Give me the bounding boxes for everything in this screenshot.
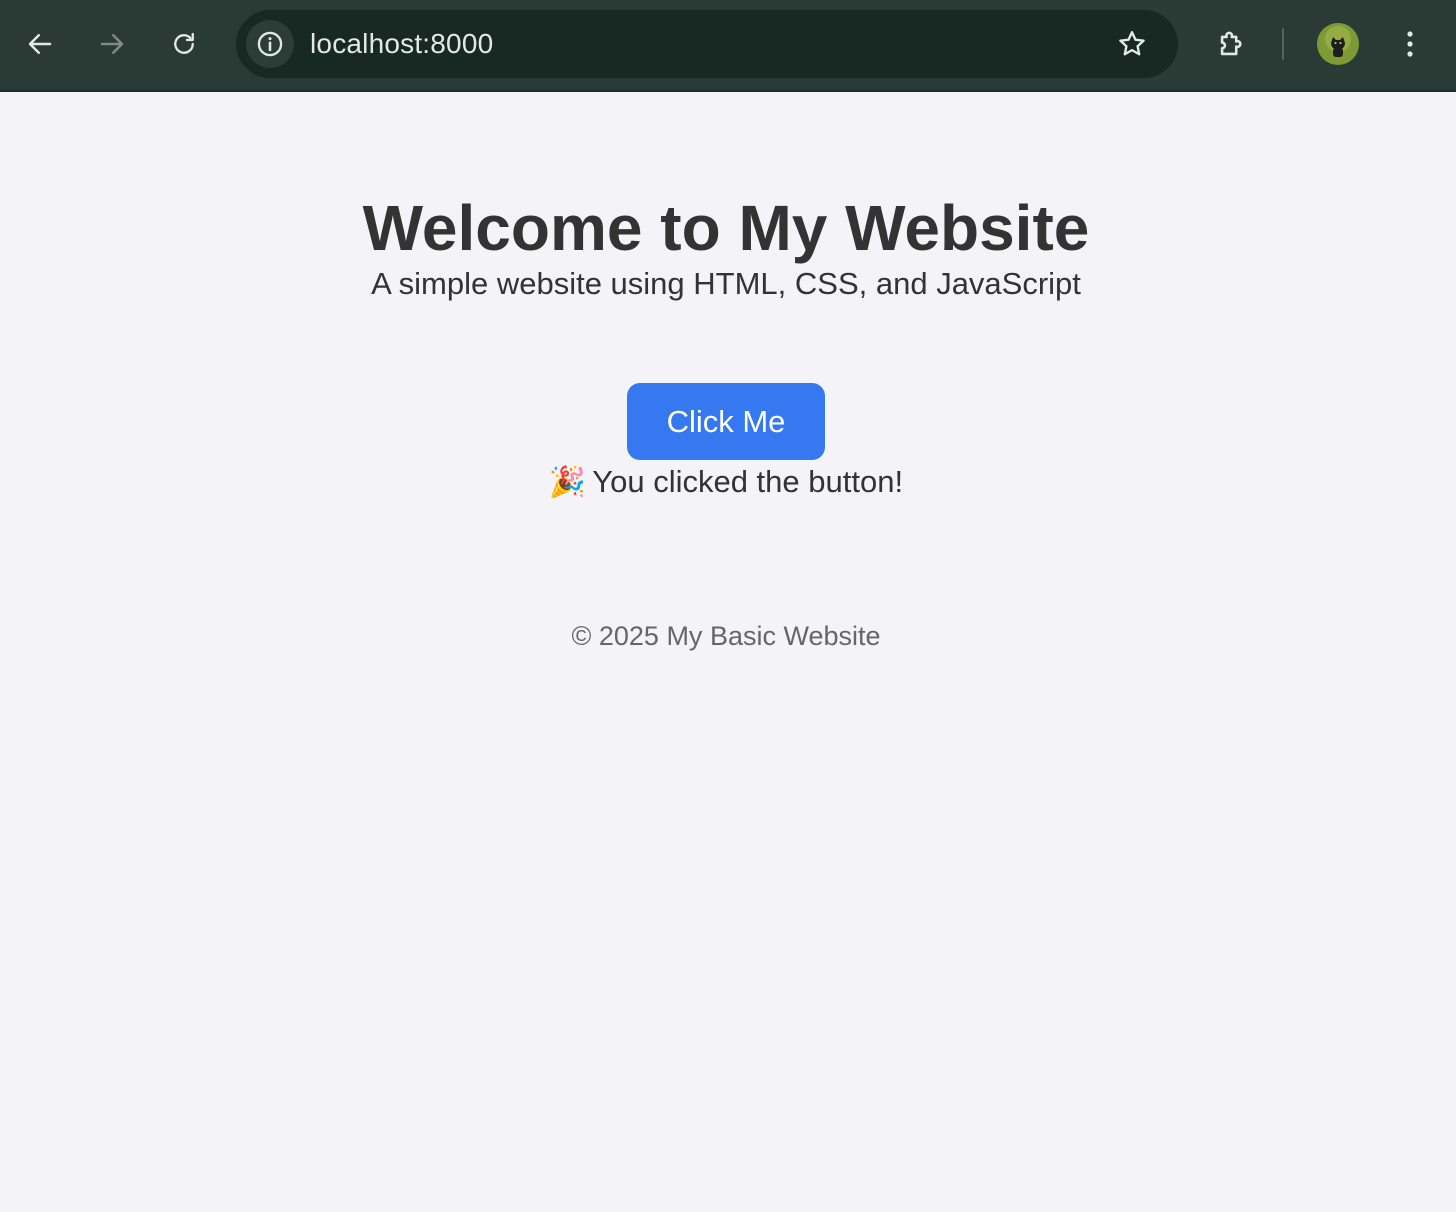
star-icon	[1119, 31, 1145, 56]
reload-icon	[174, 32, 194, 54]
main-content: Click Me 🎉 You clicked the button!	[0, 383, 1452, 503]
site-footer: © 2025 My Basic Website	[0, 618, 1452, 654]
avatar-icon	[1317, 23, 1359, 65]
footer-text: © 2025 My Basic Website	[571, 621, 881, 651]
page-title: Welcome to My Website	[362, 192, 1090, 264]
site-header: Welcome to My Website A simple website u…	[0, 192, 1452, 304]
site-info-button[interactable]	[246, 20, 294, 68]
page-subtitle: A simple website using HTML, CSS, and Ja…	[371, 266, 1081, 301]
click-message-text: You clicked the button!	[592, 464, 904, 499]
arrow-left-icon	[28, 34, 52, 54]
bookmark-button[interactable]	[1112, 24, 1152, 64]
click-message: 🎉 You clicked the button!	[0, 462, 1452, 503]
page-viewport: Welcome to My Website A simple website u…	[0, 92, 1452, 1212]
toolbar-divider	[1282, 28, 1284, 60]
kebab-menu-icon	[1407, 31, 1413, 57]
reload-button[interactable]	[162, 22, 206, 66]
click-me-button[interactable]: Click Me	[626, 383, 826, 460]
puzzle-icon	[1220, 31, 1242, 56]
party-popper-icon: 🎉	[548, 466, 587, 499]
profile-avatar[interactable]	[1317, 23, 1359, 65]
browser-toolbar: localhost:8000	[0, 0, 1456, 92]
browser-menu-button[interactable]	[1388, 22, 1432, 66]
extensions-button[interactable]	[1210, 22, 1254, 66]
url-text[interactable]: localhost:8000	[310, 10, 493, 78]
address-bar[interactable]: localhost:8000	[236, 10, 1178, 78]
forward-button[interactable]	[90, 22, 134, 66]
arrow-right-icon	[100, 34, 124, 54]
window-edge	[1452, 92, 1456, 1212]
back-button[interactable]	[18, 22, 62, 66]
info-icon	[257, 31, 283, 57]
